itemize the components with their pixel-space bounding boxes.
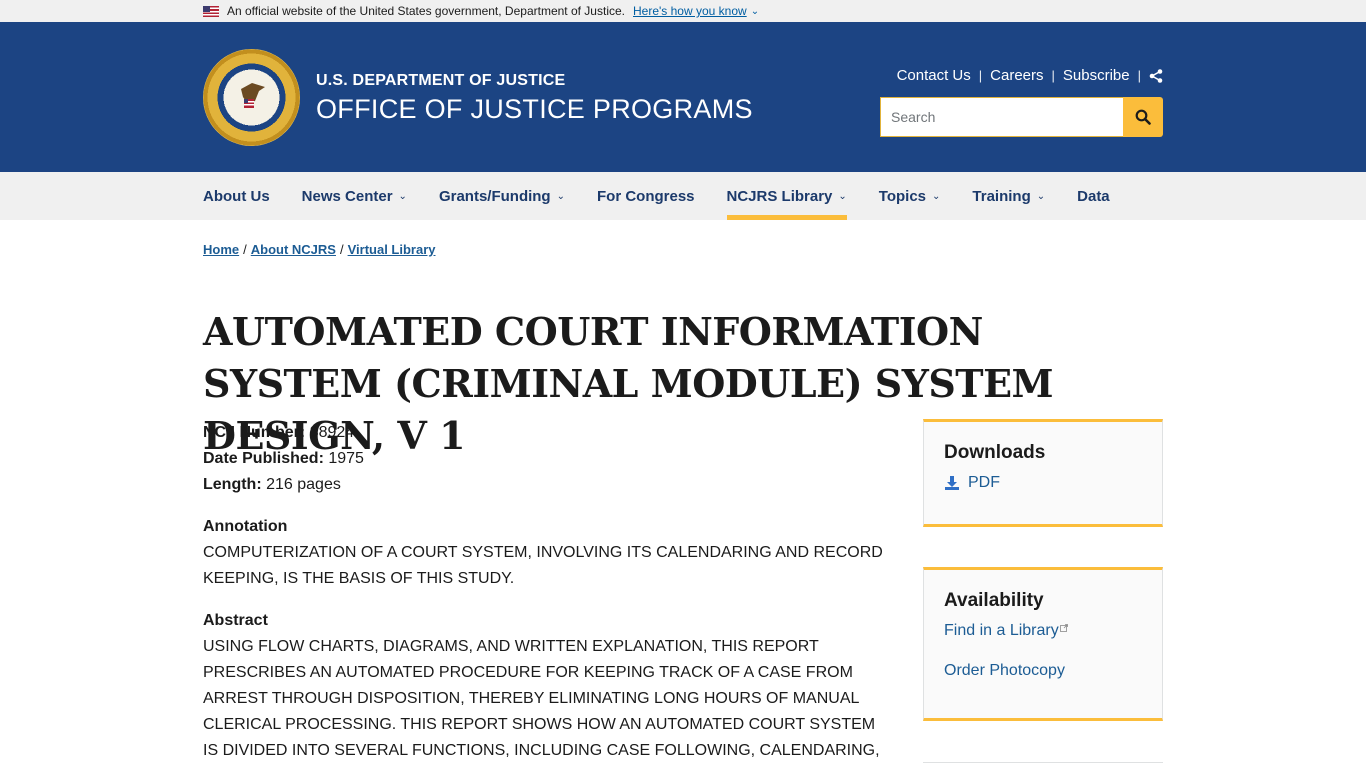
download-icon	[945, 476, 959, 490]
annotation-text: COMPUTERIZATION OF A COURT SYSTEM, INVOL…	[203, 544, 883, 587]
chevron-down-icon: ⌄	[932, 190, 941, 202]
availability-card: Availability Find in a Library Order Pho…	[923, 567, 1163, 721]
abstract-text: USING FLOW CHARTS, DIAGRAMS, AND WRITTEN…	[203, 638, 880, 759]
sidebar-divider	[923, 762, 1163, 763]
nav-label: About Us	[203, 187, 270, 205]
ncj-number: NCJ Number: 38924	[203, 420, 883, 446]
meta-label: Date Published:	[203, 450, 324, 467]
search-input[interactable]	[880, 97, 1123, 137]
site-header: U.S. DEPARTMENT OF JUSTICE OFFICE OF JUS…	[0, 22, 1366, 172]
gov-banner-text: An official website of the United States…	[227, 4, 625, 18]
separator: |	[1137, 68, 1141, 83]
eagle-icon	[241, 83, 265, 108]
department-name: U.S. DEPARTMENT OF JUSTICE	[316, 72, 566, 89]
chevron-down-icon: ⌄	[556, 190, 565, 202]
separator: |	[1051, 68, 1055, 83]
heres-how-you-know-link[interactable]: Here's how you know	[633, 4, 747, 18]
breadcrumb-about-ncjrs[interactable]: About NCJRS	[251, 242, 336, 257]
abstract-heading: Abstract	[203, 612, 268, 629]
downloads-heading: Downloads	[944, 442, 1046, 463]
nav-topics[interactable]: Topics ⌄	[879, 172, 941, 220]
share-icon[interactable]	[1149, 68, 1163, 83]
pdf-download-link[interactable]: PDF	[944, 474, 1142, 492]
meta-label: Length:	[203, 476, 262, 493]
nav-label: Grants/Funding	[438, 187, 551, 205]
separator: |	[978, 68, 983, 83]
breadcrumb-separator: /	[339, 242, 344, 257]
nav-label: Data	[1077, 187, 1110, 205]
nav-training[interactable]: Training ⌄	[972, 172, 1045, 220]
breadcrumb-home[interactable]: Home	[203, 242, 239, 257]
meta-value: 38924	[309, 424, 355, 441]
nav-label: Topics	[878, 187, 927, 205]
search-button[interactable]	[1123, 97, 1163, 137]
chevron-down-icon: ⌄	[750, 5, 760, 17]
pdf-label: PDF	[968, 474, 1000, 491]
doj-seal-logo[interactable]	[203, 49, 300, 146]
nav-label: News Center	[301, 187, 393, 205]
main-nav: About Us News Center ⌄ Grants/Funding ⌄ Fo…	[0, 172, 1366, 220]
downloads-card: Downloads PDF	[923, 419, 1163, 527]
nav-label: Training	[972, 187, 1031, 205]
nav-ncjrs-library[interactable]: NCJRS Library ⌄	[726, 172, 848, 220]
chevron-down-icon: ⌄	[398, 190, 407, 202]
utility-links: Contact Us | Careers | Subscribe |	[897, 67, 1163, 84]
us-flag-icon	[203, 5, 219, 17]
meta-label: NCJ Number:	[203, 424, 306, 441]
careers-link[interactable]: Careers	[990, 67, 1043, 84]
find-in-library-label: Find in a Library	[944, 622, 1059, 639]
breadcrumb-virtual-library[interactable]: Virtual Library	[348, 242, 436, 257]
meta-value: 216 pages	[266, 476, 341, 493]
main-content: NCJ Number: 38924 Date Published: 1975 L…	[203, 420, 883, 764]
office-name: OFFICE OF JUSTICE PROGRAMS	[316, 94, 753, 124]
gov-banner: An official website of the United States…	[0, 0, 1366, 22]
external-link-icon	[1059, 624, 1068, 632]
breadcrumb: Home / About NCJRS / Virtual Library	[203, 242, 436, 257]
nav-about-us[interactable]: About Us	[203, 172, 270, 220]
date-published: Date Published: 1975	[203, 446, 883, 472]
find-in-library-link[interactable]: Find in a Library	[944, 622, 1142, 640]
breadcrumb-separator: /	[243, 242, 247, 257]
chevron-down-icon: ⌄	[1036, 190, 1046, 202]
order-photocopy-link[interactable]: Order Photocopy	[944, 662, 1142, 680]
contact-us-link[interactable]: Contact Us	[897, 67, 971, 84]
nav-label: NCJRS Library	[726, 187, 833, 205]
chevron-down-icon: ⌄	[838, 190, 847, 202]
nav-for-congress[interactable]: For Congress	[597, 172, 695, 220]
subscribe-link[interactable]: Subscribe	[1063, 67, 1130, 84]
meta-value: 1975	[328, 450, 364, 467]
nav-label: For Congress	[597, 187, 695, 205]
length: Length: 216 pages	[203, 472, 883, 498]
annotation-heading: Annotation	[203, 518, 288, 535]
search-icon	[1135, 109, 1151, 125]
availability-heading: Availability	[944, 590, 1044, 611]
nav-data[interactable]: Data	[1077, 172, 1110, 220]
nav-grants-funding[interactable]: Grants/Funding ⌄	[439, 172, 565, 220]
nav-news-center[interactable]: News Center ⌄	[302, 172, 407, 220]
search-form	[880, 97, 1163, 137]
agency-name[interactable]: U.S. DEPARTMENT OF JUSTICE OFFICE OF JUS…	[316, 72, 753, 125]
